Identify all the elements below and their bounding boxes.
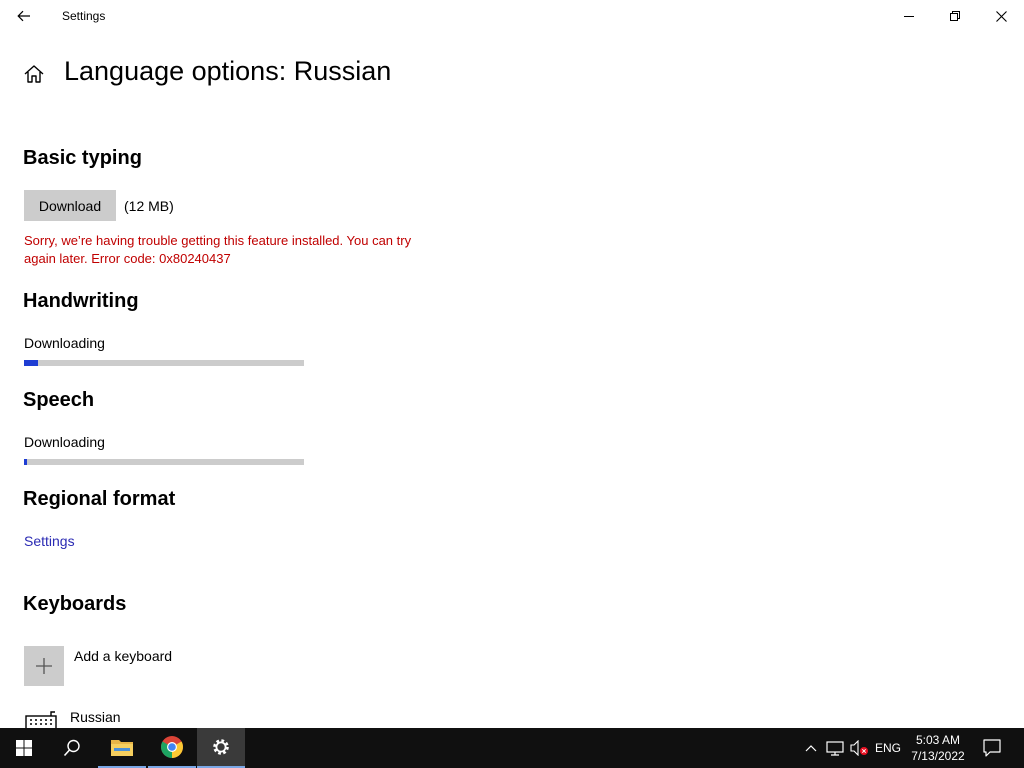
error-line: Sorry, we’re having trouble getting this… [24, 233, 412, 248]
search-button[interactable] [48, 728, 96, 768]
settings-taskbar-button[interactable] [197, 728, 245, 768]
chrome-icon [161, 736, 183, 758]
notification-icon [983, 739, 1001, 757]
close-button[interactable] [978, 0, 1024, 32]
network-button[interactable] [824, 728, 846, 768]
speech-heading: Speech [23, 389, 95, 411]
error-message: Sorry, we’re having trouble getting this… [24, 232, 464, 268]
start-button[interactable] [0, 728, 48, 768]
folder-icon [111, 740, 133, 756]
regional-format-heading: Regional format [23, 488, 176, 510]
keyboard-icon [24, 710, 60, 731]
chrome-button[interactable] [148, 728, 196, 768]
error-line: again later. Error code: 0x80240437 [24, 251, 231, 266]
basic-typing-heading: Basic typing [23, 147, 142, 169]
download-size: (12 MB) [124, 198, 174, 214]
taskbar: ENG 5:03 AM 7/13/2022 [0, 728, 1024, 768]
download-button[interactable]: Download [24, 190, 116, 221]
speech-progress-bar [24, 459, 304, 465]
search-icon [63, 739, 80, 757]
minimize-icon [904, 16, 914, 17]
minimize-button[interactable] [886, 0, 932, 32]
window-title: Settings [62, 9, 106, 23]
handwriting-progress-bar [24, 360, 304, 366]
title-bar: Settings [0, 0, 1024, 32]
chevron-up-icon [805, 745, 817, 752]
restore-button[interactable] [932, 0, 978, 32]
input-language-indicator[interactable]: ENG [872, 728, 904, 768]
file-explorer-button[interactable] [98, 728, 146, 768]
clock-time: 5:03 AM [915, 733, 961, 747]
windows-logo-icon [16, 740, 32, 756]
volume-button[interactable] [848, 728, 872, 768]
add-keyboard-button[interactable] [24, 646, 64, 686]
keyboards-heading: Keyboards [23, 593, 127, 615]
regional-settings-link[interactable]: Settings [24, 533, 75, 549]
action-center-button[interactable] [978, 728, 1006, 768]
add-keyboard-label[interactable]: Add a keyboard [74, 648, 172, 664]
page-title: Language options: Russian [64, 56, 392, 86]
home-button[interactable] [22, 62, 46, 86]
speech-status: Downloading [24, 434, 105, 450]
restore-icon [950, 11, 960, 21]
back-button[interactable] [8, 0, 40, 32]
speech-progress-fill [24, 459, 27, 465]
home-icon [24, 65, 44, 83]
handwriting-heading: Handwriting [23, 290, 139, 312]
clock[interactable]: 5:03 AM 7/13/2022 [905, 728, 971, 768]
clock-date: 7/13/2022 [911, 749, 965, 763]
back-arrow-icon [17, 10, 30, 22]
show-hidden-icons-button[interactable] [800, 728, 822, 768]
close-icon [995, 10, 1007, 22]
gear-icon [213, 739, 229, 755]
volume-muted-icon [850, 740, 868, 756]
keyboard-item-russian[interactable]: Russian [70, 709, 121, 725]
handwriting-status: Downloading [24, 335, 105, 351]
plus-icon [36, 658, 52, 674]
network-icon [826, 741, 844, 756]
handwriting-progress-fill [24, 360, 38, 366]
